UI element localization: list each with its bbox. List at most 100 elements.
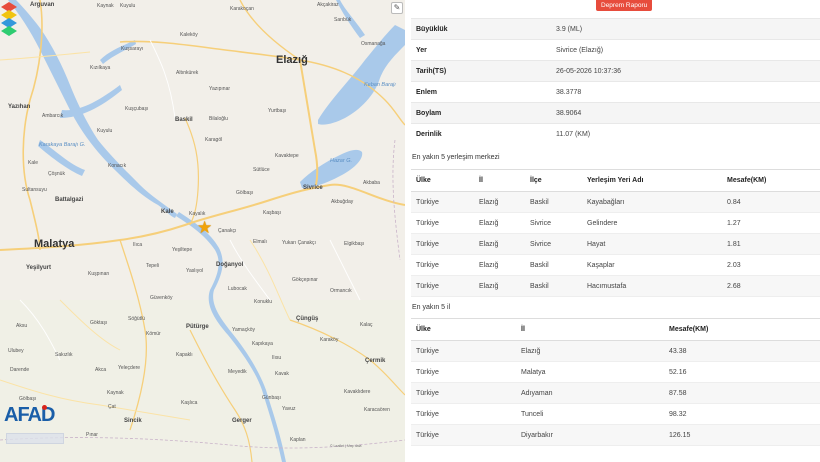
table-cell: Diyarbakır [516, 424, 664, 446]
table-row[interactable]: Türkiye Elazığ Sivrice Hayat 1.81 [411, 233, 820, 255]
table-cell: 2.03 [722, 254, 820, 276]
map-place-label: Battalgazi [55, 197, 84, 203]
table-header-row: Ülke İl İlçe Yerleşim Yeri Adı Mesafe(KM) [411, 169, 820, 192]
table-cell: Tunceli [516, 403, 664, 425]
map-village-label: Kapaklı [176, 352, 193, 358]
column-header[interactable]: Ülke [411, 169, 474, 192]
column-header[interactable]: Mesafe(KM) [722, 169, 820, 192]
column-header[interactable]: İl [474, 169, 525, 192]
map-village-label: Lubocak [228, 286, 247, 292]
table-row[interactable]: Türkiye Malatya 52.16 [411, 361, 820, 383]
map-village-label: Karaköy [320, 337, 339, 343]
map-village-label: Yukarı Çanakçı [282, 240, 316, 246]
map-village-label: Çat [108, 404, 116, 410]
map-village-label: Altınkürek [176, 70, 199, 76]
map-village-label: Yaslıyol [186, 268, 204, 274]
map-place-label: Arguvan [30, 2, 55, 8]
map-village-label: Hazar G. [330, 158, 353, 164]
table-cell: Türkiye [411, 340, 516, 362]
table-row[interactable]: Türkiye Elazığ Baskil Kaşaplar 2.03 [411, 254, 820, 276]
table-cell: Baskil [525, 275, 582, 297]
table-row[interactable]: Türkiye Elazığ Baskil Hacımustafa 2.68 [411, 275, 820, 297]
map-place-label: Sivrice [303, 185, 323, 191]
column-header[interactable]: İlçe [525, 169, 582, 192]
map-village-label: Kömür [146, 331, 161, 337]
map-village-label: Kayalık [189, 211, 206, 217]
table-row[interactable]: Türkiye Tunceli 98.32 [411, 403, 820, 425]
map-place-label: Doğanyol [216, 262, 244, 268]
table-cell: Baskil [525, 191, 582, 213]
table-cell: Elazığ [474, 275, 525, 297]
earthquake-report-button[interactable]: Deprem Raporu [596, 0, 653, 11]
layers-stack-icon[interactable] [0, 0, 18, 40]
column-header[interactable]: Mesafe(KM) [664, 318, 820, 341]
map-village-label: Kale [28, 160, 39, 166]
table-cell: Türkiye [411, 212, 474, 234]
detail-value: 38.3778 [551, 81, 820, 103]
detail-row: Yer Sivrice (Elazığ) [411, 39, 820, 61]
map-place-label: Elazığ [276, 54, 308, 66]
table-cell: Sivrice [525, 212, 582, 234]
map-village-label: Keban Barajı [364, 82, 396, 88]
map-village-label: Kaşbaşı [263, 210, 282, 216]
map-village-label: Akbuğday [331, 199, 354, 205]
table-cell: Gelindere [582, 212, 722, 234]
detail-label: Tarih(TS) [411, 60, 551, 82]
map-village-label: Kavaktepe [275, 153, 299, 159]
table-row[interactable]: Türkiye Elazığ Baskil Kayabağları 0.84 [411, 191, 820, 213]
edit-tool-button[interactable]: ✎ [391, 2, 403, 14]
detail-value: 38.9064 [551, 102, 820, 124]
table-cell: Elazığ [474, 212, 525, 234]
map-village-label: Akçakiraz [317, 2, 339, 8]
afad-logo-dot-icon [42, 405, 47, 410]
detail-label: Boylam [411, 102, 551, 124]
table-row[interactable]: Türkiye Adıyaman 87.58 [411, 382, 820, 404]
table-cell: 1.81 [722, 233, 820, 255]
map-attribution[interactable]: © Leaflet | Map data [330, 444, 362, 448]
table-cell: Hacımustafa [582, 275, 722, 297]
detail-row: Derinlik 11.07 (KM) [411, 123, 820, 145]
table-cell: Kaşaplar [582, 254, 722, 276]
table-cell: Elazığ [474, 254, 525, 276]
map-village-label: Sarıbük [334, 17, 352, 23]
column-header[interactable]: Ülke [411, 318, 516, 341]
nearest-provinces-table: Ülke İl Mesafe(KM) Türkiye Elazığ 43.38 Türki… [411, 318, 820, 446]
table-cell: Sivrice [525, 233, 582, 255]
map-village-label: Yazıpınar [209, 86, 231, 92]
table-cell: Türkiye [411, 233, 474, 255]
map-place-label: Yazıhan [8, 104, 31, 110]
detail-label: Yer [411, 39, 551, 61]
table-row[interactable]: Türkiye Elazığ 43.38 [411, 340, 820, 362]
map-village-label: Günbaşı [262, 395, 281, 401]
map-village-label: Karakaya Barajı G. [39, 142, 86, 148]
table-cell: Türkiye [411, 275, 474, 297]
earthquake-map[interactable]: Elazığ Malatya Sivrice Baskil Kale Doğanyol Pü… [0, 0, 405, 462]
table-cell: Malatya [516, 361, 664, 383]
column-header[interactable]: Yerleşim Yeri Adı [582, 169, 722, 192]
epicenter-star-icon[interactable]: ★ [197, 219, 212, 236]
table-cell: Elazığ [474, 233, 525, 255]
table-cell: Türkiye [411, 361, 516, 383]
map-village-label: Yeşiltepe [172, 247, 193, 253]
map-village-label: Karakoçan [230, 6, 254, 12]
table-row[interactable]: Türkiye Elazığ Sivrice Gelindere 1.27 [411, 212, 820, 234]
table-row[interactable]: Türkiye Diyarbakır 126.15 [411, 424, 820, 446]
map-village-label: Aksu [16, 323, 28, 329]
map-village-label: Kaplan [290, 437, 306, 443]
detail-value: 11.07 (KM) [551, 123, 820, 145]
map-village-label: Elmalı [253, 239, 267, 245]
table-cell: 87.58 [664, 382, 820, 404]
map-village-label: Osmanağa [361, 41, 386, 47]
map-village-label: Sultansuyu [22, 187, 47, 193]
table-cell: Hayat [582, 233, 722, 255]
map-village-label: Karagöl [205, 137, 223, 143]
table-cell: 43.38 [664, 340, 820, 362]
map-village-label: Pınar [86, 432, 98, 438]
map-village-label: Çöşnük [48, 171, 65, 177]
table-cell: Türkiye [411, 254, 474, 276]
nearest-settlements-title: En yakın 5 yerleşim merkezi [412, 154, 500, 161]
map-village-label: Akbaba [363, 180, 380, 186]
table-cell: Türkiye [411, 191, 474, 213]
nearest-provinces-title: En yakın 5 il [412, 304, 451, 311]
column-header[interactable]: İl [516, 318, 664, 341]
